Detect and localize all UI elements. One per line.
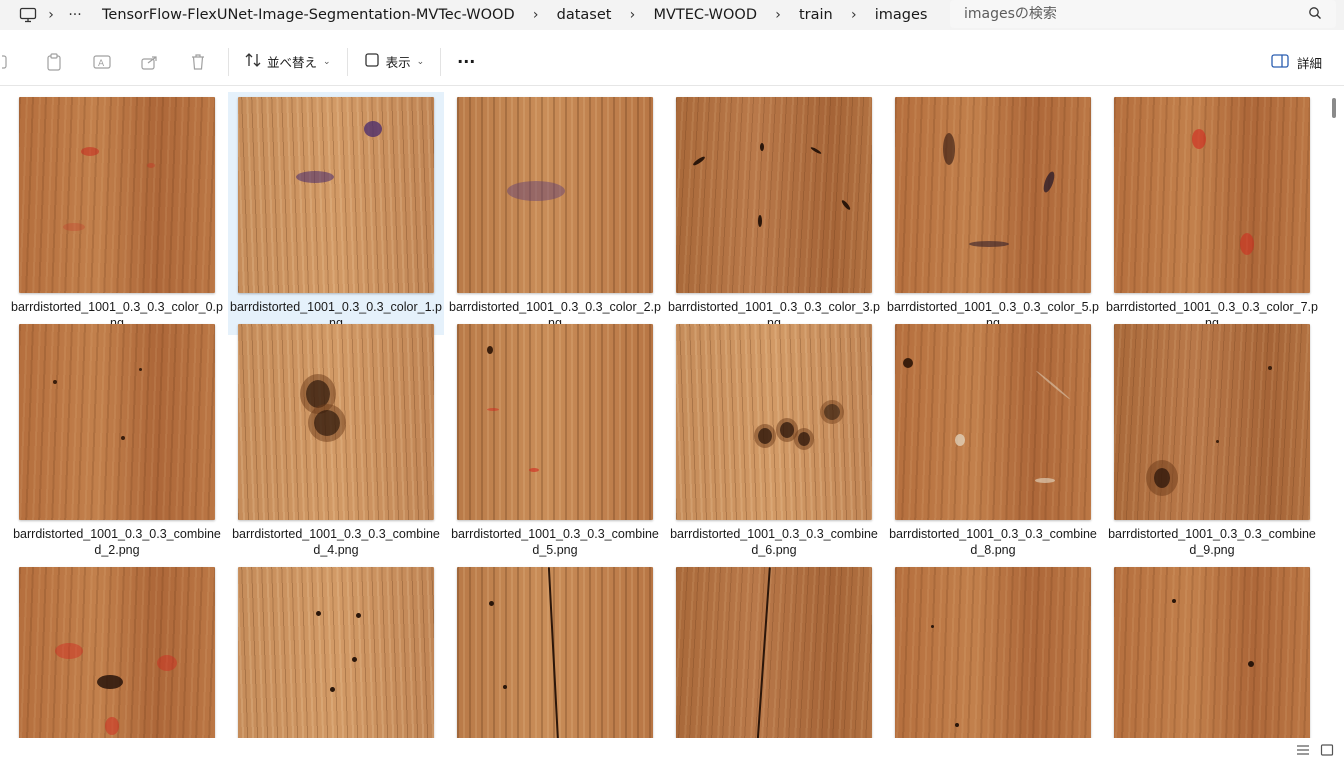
chevron-right-icon[interactable]: › [765, 7, 791, 23]
breadcrumb-more-button[interactable]: ··· [64, 7, 86, 23]
file-tile[interactable] [9, 556, 225, 738]
file-tile[interactable]: barrdistorted_1001_0.3_0.3_combined_9.pn… [1104, 313, 1320, 562]
thumbnail-image [1114, 324, 1310, 520]
file-tile[interactable] [228, 556, 444, 738]
file-tile[interactable] [885, 556, 1101, 738]
address-bar-row: › ··· TensorFlow-FlexUNet-Image-Segmenta… [0, 0, 1344, 30]
breadcrumb-item-train[interactable]: train [791, 7, 841, 23]
thumbnail-image [1114, 567, 1310, 738]
view-button[interactable]: 表示 ⌄ [354, 44, 435, 80]
toolbar-divider [228, 47, 229, 76]
file-tile[interactable]: barrdistorted_1001_0.3_0.3_color_7.png [1104, 86, 1320, 335]
chevron-down-icon: ⌄ [416, 56, 425, 67]
thumbnail-image [457, 97, 653, 293]
delete-icon[interactable] [174, 44, 222, 80]
breadcrumb-item-dataset[interactable]: dataset [549, 7, 620, 23]
thumbnail-image [676, 97, 872, 293]
thumbnail-image [895, 97, 1091, 293]
toolbar-divider [346, 47, 348, 76]
large-icons-view-icon[interactable] [1320, 741, 1334, 760]
vertical-scrollbar[interactable] [1332, 98, 1336, 118]
file-tile[interactable] [666, 556, 882, 738]
thumbnail-image [1114, 97, 1310, 293]
file-grid: barrdistorted_1001_0.3_0.3_color_0.png b… [0, 86, 1330, 738]
more-options-button[interactable]: ··· [447, 44, 485, 80]
cut-icon[interactable] [0, 44, 10, 80]
thumbnail-image [238, 324, 434, 520]
thumbnail-image [238, 97, 434, 293]
thumbnail-image [676, 567, 872, 738]
search-icon[interactable] [1308, 5, 1322, 24]
chevron-right-icon[interactable]: › [619, 7, 645, 23]
thumbnail-image [676, 324, 872, 520]
details-label: 詳細 [1296, 55, 1322, 71]
chevron-right-icon[interactable]: › [841, 7, 867, 23]
thumbnail-image [895, 324, 1091, 520]
sort-icon [245, 52, 261, 72]
svg-text:A: A [98, 59, 105, 69]
thumbnail-image [19, 97, 215, 293]
this-pc-icon[interactable] [18, 5, 38, 25]
file-tile[interactable]: barrdistorted_1001_0.3_0.3_color_0.png [9, 86, 225, 335]
share-icon[interactable] [126, 44, 174, 80]
details-pane-icon [1271, 53, 1289, 72]
thumbnail-image [457, 567, 653, 738]
breadcrumb-item-images[interactable]: images [867, 7, 936, 23]
file-tile[interactable]: barrdistorted_1001_0.3_0.3_combined_5.pn… [447, 313, 663, 562]
sort-button[interactable]: 並べ替え ⌄ [235, 44, 341, 80]
command-bar: A 並べ替え ⌄ 表示 ⌄ ··· [0, 38, 1344, 86]
file-tile[interactable]: barrdistorted_1001_0.3_0.3_color_3.png [666, 86, 882, 335]
file-tile[interactable]: barrdistorted_1001_0.3_0.3_combined_6.pn… [666, 313, 882, 562]
file-tile[interactable]: barrdistorted_1001_0.3_0.3_color_5.png [885, 86, 1101, 335]
file-tile[interactable] [447, 556, 663, 738]
thumbnail-image [457, 324, 653, 520]
thumbnail-image [19, 324, 215, 520]
status-bar [0, 738, 1344, 758]
thumbnail-image [895, 567, 1091, 738]
thumbnail-image [238, 567, 434, 738]
thumbnail-image [19, 567, 215, 738]
file-tile[interactable] [1104, 556, 1320, 738]
view-label: 表示 [385, 55, 411, 70]
sort-label: 並べ替え [267, 55, 318, 70]
search-input[interactable] [964, 6, 1308, 22]
file-tile[interactable]: barrdistorted_1001_0.3_0.3_color_2.png [447, 86, 663, 335]
breadcrumb[interactable]: › ··· TensorFlow-FlexUNet-Image-Segmenta… [0, 0, 940, 30]
chevron-right-icon[interactable]: › [523, 7, 549, 23]
paste-icon[interactable] [30, 44, 78, 80]
view-icon [364, 52, 380, 72]
file-tile[interactable]: barrdistorted_1001_0.3_0.3_combined_4.pn… [228, 313, 444, 562]
rename-icon[interactable]: A [78, 44, 126, 80]
breadcrumb-item-mvtec-wood[interactable]: MVTEC-WOOD [645, 7, 765, 23]
chevron-down-icon: ⌄ [323, 56, 331, 67]
breadcrumb-item-project[interactable]: TensorFlow-FlexUNet-Image-Segmentation-M… [94, 7, 523, 23]
file-tile[interactable]: barrdistorted_1001_0.3_0.3_combined_8.pn… [885, 313, 1101, 562]
file-tile-selected[interactable]: barrdistorted_1001_0.3_0.3_color_1.png [228, 92, 444, 335]
toolbar-divider [440, 47, 442, 76]
details-view-icon[interactable] [1296, 741, 1310, 760]
search-box[interactable] [950, 0, 1336, 28]
details-pane-button[interactable]: 詳細 [1271, 44, 1322, 80]
chevron-right-icon[interactable]: › [38, 7, 64, 23]
file-tile[interactable]: barrdistorted_1001_0.3_0.3_combined_2.pn… [9, 313, 225, 562]
